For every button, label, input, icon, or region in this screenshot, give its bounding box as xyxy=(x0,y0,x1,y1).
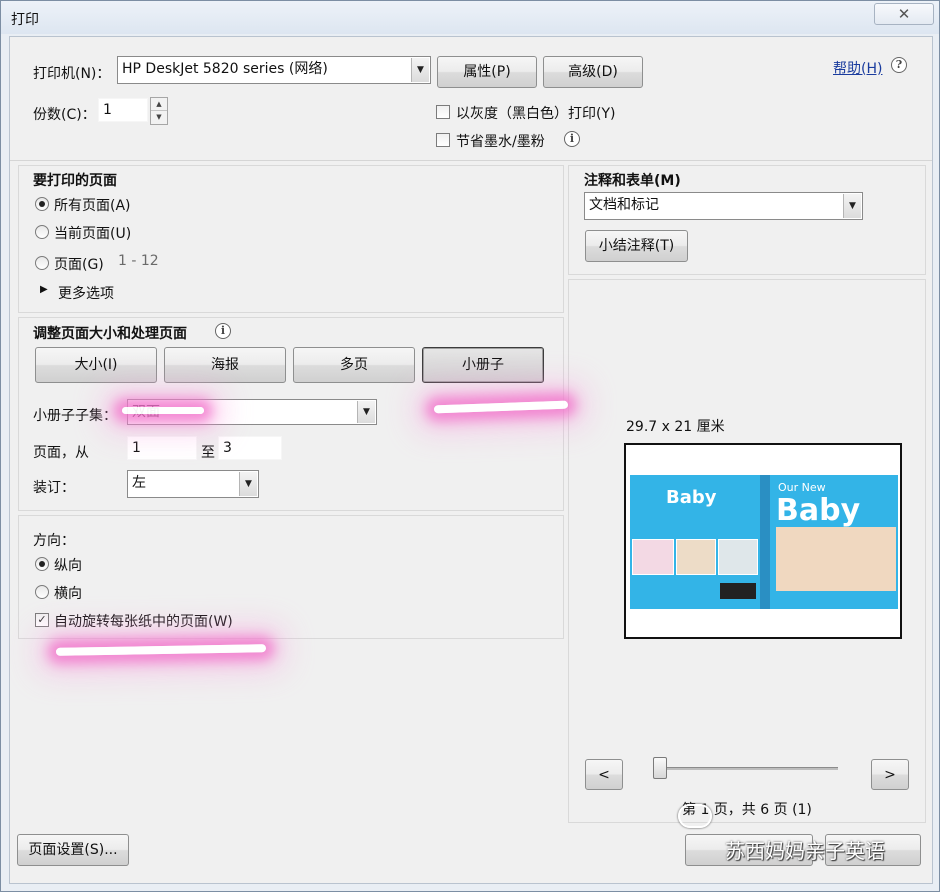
comments-forms-value: 文档和标记 xyxy=(589,197,659,213)
grayscale-checkbox[interactable] xyxy=(436,105,450,119)
close-icon: ✕ xyxy=(897,5,911,23)
portrait-label: 纵向 xyxy=(54,558,82,574)
highlight-mark xyxy=(122,407,204,414)
radio-all-pages[interactable] xyxy=(35,197,49,211)
page-setup-button[interactable]: 页面设置(S)... xyxy=(17,834,129,866)
preview-barcode xyxy=(720,583,756,599)
radio-current-page[interactable] xyxy=(35,225,49,239)
save-ink-info-icon[interactable]: i xyxy=(564,131,580,147)
orientation-heading: 方向： xyxy=(33,533,75,549)
pages-to-print-heading: 要打印的页面 xyxy=(33,173,117,189)
dropdown-arrow-icon: ▼ xyxy=(843,194,861,218)
window-title: 打印 xyxy=(11,12,39,28)
wechat-logo-icon xyxy=(678,804,712,828)
pages-to-label: 至 xyxy=(201,445,215,461)
preview-photo xyxy=(718,539,758,575)
copies-label: 份数(C)： xyxy=(33,107,96,123)
close-button[interactable]: ✕ xyxy=(874,3,934,25)
stepper-up-icon[interactable]: ▲ xyxy=(151,98,167,111)
pages-label: 页面(G) xyxy=(54,257,104,273)
highlight-mark xyxy=(55,644,267,656)
preview-prev-button[interactable]: < xyxy=(585,759,623,790)
title-bar: 打印 ✕ xyxy=(1,1,939,34)
printer-label: 打印机(N)： xyxy=(33,66,111,82)
dropdown-arrow-icon: ▼ xyxy=(239,472,257,496)
page-range-hint: 1 - 12 xyxy=(118,253,159,269)
page-slider-thumb[interactable] xyxy=(653,757,667,779)
booklet-subset-label: 小册子子集： xyxy=(33,408,117,424)
page-slider-track[interactable] xyxy=(660,767,838,770)
preview-next-button[interactable]: > xyxy=(871,759,909,790)
binding-select[interactable]: 左 ▼ xyxy=(127,470,259,498)
preview-size-text: 29.7 x 21 厘米 xyxy=(626,419,725,435)
radio-pages[interactable] xyxy=(35,256,49,270)
copies-value: 1 xyxy=(103,102,112,118)
properties-button[interactable]: 属性(P) xyxy=(437,56,537,88)
copies-stepper[interactable]: ▲ ▼ xyxy=(150,97,168,125)
comments-forms-select[interactable]: 文档和标记 ▼ xyxy=(584,192,863,220)
book-right-title: Baby xyxy=(776,493,861,528)
pages-to-input[interactable]: 3 xyxy=(218,436,282,460)
preview-photo xyxy=(632,539,674,575)
preview-photo xyxy=(676,539,716,575)
watermark-text: 苏西妈妈亲子英语 xyxy=(725,839,885,863)
binding-value: 左 xyxy=(132,475,146,491)
dialog-client-area: 打印机(N)： HP DeskJet 5820 series (网络) ▼ 属性… xyxy=(9,36,933,884)
pages-to-value: 3 xyxy=(223,440,232,456)
preview-page: Baby Our New Baby xyxy=(624,443,902,639)
preview-cover-photo xyxy=(776,527,896,591)
radio-portrait[interactable] xyxy=(35,557,49,571)
printer-select-value: HP DeskJet 5820 series (网络) xyxy=(122,61,328,77)
page-handling-heading: 调整页面大小和处理页面 xyxy=(33,326,187,342)
landscape-label: 横向 xyxy=(54,586,82,602)
page-handling-info-icon[interactable]: i xyxy=(215,323,231,339)
comments-forms-heading: 注释和表单(M) xyxy=(584,173,681,189)
help-link[interactable]: 帮助(H) xyxy=(833,58,882,78)
auto-rotate-label: 自动旋转每张纸中的页面(W) xyxy=(54,614,233,630)
advanced-button[interactable]: 高级(D) xyxy=(543,56,643,88)
all-pages-label: 所有页面(A) xyxy=(54,198,131,214)
save-ink-checkbox[interactable] xyxy=(436,133,450,147)
print-dialog-window: 打印 ✕ 打印机(N)： HP DeskJet 5820 series (网络)… xyxy=(0,0,940,892)
binding-label: 装订： xyxy=(33,480,75,496)
current-page-label: 当前页面(U) xyxy=(54,226,132,242)
stepper-down-icon[interactable]: ▼ xyxy=(151,111,167,124)
copies-input[interactable]: 1 xyxy=(98,98,148,122)
book-spine xyxy=(760,475,770,609)
poster-button[interactable]: 海报 xyxy=(164,347,286,383)
dropdown-arrow-icon: ▼ xyxy=(411,58,429,82)
printer-select[interactable]: HP DeskJet 5820 series (网络) ▼ xyxy=(117,56,431,84)
radio-landscape[interactable] xyxy=(35,585,49,599)
book-left-title: Baby xyxy=(666,487,717,508)
pages-from-value: 1 xyxy=(132,440,141,456)
dropdown-arrow-icon: ▼ xyxy=(357,401,375,423)
multiple-button[interactable]: 多页 xyxy=(293,347,415,383)
summarize-comments-button[interactable]: 小结注释(T) xyxy=(585,230,688,262)
expand-triangle-icon[interactable]: ▶ xyxy=(40,284,48,295)
pages-from-input[interactable]: 1 xyxy=(127,436,197,460)
size-button[interactable]: 大小(I) xyxy=(35,347,157,383)
more-options-link[interactable]: 更多选项 xyxy=(58,283,114,303)
save-ink-label: 节省墨水/墨粉 xyxy=(456,134,545,150)
booklet-preview-image: Baby Our New Baby xyxy=(630,475,898,609)
grayscale-label: 以灰度（黑白色）打印(Y) xyxy=(456,106,616,122)
auto-rotate-checkbox[interactable]: ✓ xyxy=(35,613,49,627)
pages-from-label: 页面，从 xyxy=(33,445,89,461)
help-icon[interactable]: ? xyxy=(891,57,907,73)
booklet-button[interactable]: 小册子 xyxy=(422,347,544,383)
